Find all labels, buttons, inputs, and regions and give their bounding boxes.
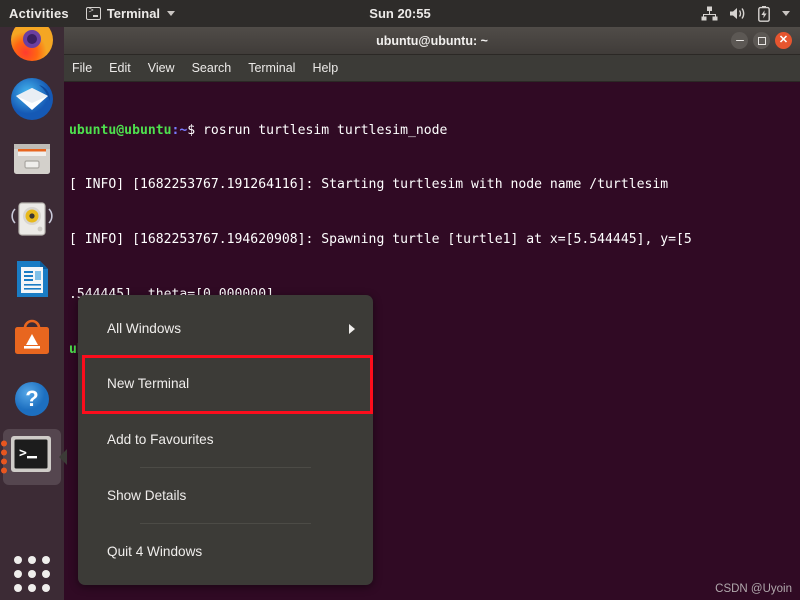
menu-item-label: Show Details — [107, 487, 187, 503]
menu-terminal[interactable]: Terminal — [247, 59, 296, 77]
menu-item-label: New Terminal — [107, 376, 190, 392]
dock-item-help[interactable]: ? — [0, 369, 64, 429]
dock-selection-arrow — [59, 449, 67, 465]
activities-button[interactable]: Activities — [0, 0, 79, 27]
system-indicators[interactable] — [701, 5, 800, 22]
dock-item-thunderbird[interactable] — [0, 69, 64, 129]
menu-item-all-windows[interactable]: All Windows — [78, 301, 373, 356]
window-count-indicator — [1, 440, 7, 474]
window-title: ubuntu@ubuntu: ~ — [376, 33, 488, 48]
rhythmbox-icon — [9, 196, 55, 242]
chevron-down-icon — [782, 11, 790, 16]
menu-item-label: Quit 4 Windows — [107, 543, 203, 559]
desktop-screen: Activities Terminal Sun 20:55 — [0, 0, 800, 600]
terminal-icon — [85, 6, 101, 20]
terminal-line: [ INFO] [1682253767.194620908]: Spawning… — [69, 232, 692, 248]
menu-item-new-terminal[interactable]: New Terminal — [78, 356, 373, 411]
window-controls: ✕ — [731, 32, 800, 49]
prompt-path: :~ — [171, 122, 188, 138]
help-icon: ? — [9, 376, 55, 422]
libreoffice-writer-icon — [9, 256, 55, 302]
terminal-menubar: File Edit View Search Terminal Help — [64, 55, 800, 82]
firefox-icon — [9, 19, 55, 69]
terminal-line: [ INFO] [1682253767.191264116]: Starting… — [69, 177, 669, 193]
menu-item-show-details[interactable]: Show Details — [78, 468, 373, 523]
minimize-button[interactable] — [731, 32, 748, 49]
maximize-button[interactable] — [753, 32, 770, 49]
dock-item-ubuntu-software[interactable] — [0, 309, 64, 369]
chevron-right-icon — [349, 323, 355, 334]
show-applications-button[interactable] — [0, 556, 64, 592]
close-button[interactable]: ✕ — [775, 32, 792, 49]
dock-item-rhythmbox[interactable] — [0, 189, 64, 249]
menu-item-label: Add to Favourites — [107, 431, 214, 447]
svg-text:>: > — [19, 446, 27, 461]
terminal-command-line: ubuntu@ubuntu:~$ rosrun turtlesim turtle… — [69, 122, 795, 140]
terminal-icon: > — [9, 434, 55, 480]
chevron-down-icon — [167, 11, 176, 16]
dock: ? > — [0, 19, 67, 600]
dock-item-firefox[interactable] — [0, 19, 64, 69]
network-icon — [701, 6, 718, 21]
menu-item-add-to-favourites[interactable]: Add to Favourites — [78, 411, 373, 466]
prompt-user: ubuntu@ubuntu — [69, 122, 172, 138]
menu-item-quit-windows[interactable]: Quit 4 Windows — [78, 524, 373, 579]
terminal-command: rosrun turtlesim turtlesim_node — [195, 122, 448, 138]
menu-help[interactable]: Help — [311, 59, 339, 77]
thunderbird-icon — [9, 76, 55, 122]
dock-context-menu: All Windows New Terminal Add to Favourit… — [78, 295, 373, 585]
dock-item-terminal[interactable]: > — [1, 429, 67, 485]
top-bar: Activities Terminal Sun 20:55 — [0, 0, 800, 27]
ubuntu-software-icon — [9, 316, 55, 362]
svg-text:?: ? — [25, 386, 38, 411]
dock-item-files[interactable] — [0, 129, 64, 189]
menu-file[interactable]: File — [71, 59, 93, 77]
menu-edit[interactable]: Edit — [108, 59, 132, 77]
menu-item-label: All Windows — [107, 321, 182, 337]
volume-icon — [729, 6, 747, 21]
app-menu-label: Terminal — [106, 6, 161, 21]
menu-search[interactable]: Search — [191, 59, 233, 77]
app-menu-terminal[interactable]: Terminal — [79, 0, 182, 27]
window-titlebar[interactable]: ubuntu@ubuntu: ~ ✕ — [64, 27, 800, 55]
files-icon — [9, 136, 55, 182]
battery-icon — [758, 5, 770, 22]
watermark: CSDN @Uyoin — [715, 583, 792, 595]
dock-item-libreoffice-writer[interactable] — [0, 249, 64, 309]
prompt-symbol: $ — [187, 122, 196, 138]
menu-view[interactable]: View — [147, 59, 176, 77]
